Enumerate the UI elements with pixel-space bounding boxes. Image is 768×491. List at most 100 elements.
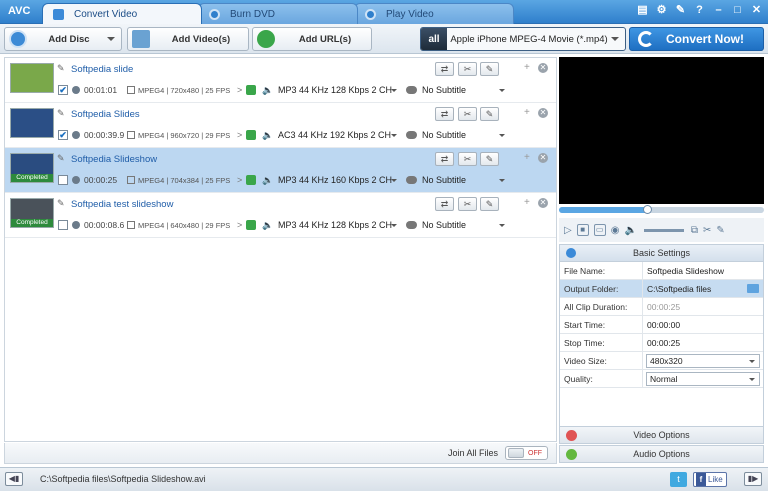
video-row[interactable]: Completed ✎ Softpedia Slideshow 00:00:25 MPE… [5, 148, 556, 193]
join-toggle[interactable]: OFF [505, 446, 548, 460]
effects-button[interactable]: ✎ [480, 107, 499, 121]
tools-icon[interactable]: ✎ [675, 4, 686, 17]
volume-icon[interactable]: 🔈 [624, 225, 636, 236]
output-profile-select[interactable]: all Apple iPhone MPEG-4 Movie (*.mp4) [420, 27, 626, 51]
effects-button[interactable]: ✎ [480, 62, 499, 76]
cut-icon[interactable]: ✂ [703, 225, 711, 236]
rename-icon[interactable]: ✎ [57, 154, 66, 163]
frame-icon[interactable]: ▭ [593, 224, 606, 236]
cut-button[interactable]: ✂ [458, 152, 477, 166]
setting-value[interactable]: Softpedia Slideshow [643, 262, 763, 279]
video-name[interactable]: Softpedia slide [71, 64, 133, 75]
chevron-right-icon[interactable]: > [237, 130, 242, 140]
volume-slider[interactable] [643, 228, 684, 232]
add-urls-button[interactable]: Add URL(s) [252, 27, 372, 51]
chevron-down-icon[interactable] [499, 224, 505, 227]
tab-burn-dvd[interactable]: Burn DVD [198, 3, 358, 24]
snapshot-icon[interactable]: ◉ [611, 225, 620, 236]
collapse-icon[interactable]: ◀▮ [5, 472, 23, 486]
setting-file-name[interactable]: File Name: Softpedia Slideshow [560, 262, 763, 280]
video-name[interactable]: Softpedia Slideshow [71, 154, 157, 165]
add-icon[interactable]: + [524, 197, 530, 208]
play-icon[interactable]: ▷ [564, 225, 572, 236]
setting-value[interactable]: C:\Softpedia files [643, 280, 763, 297]
video-checkbox[interactable] [58, 220, 68, 230]
minimize-icon[interactable]: – [713, 4, 724, 17]
facebook-like-button[interactable]: f Like [693, 472, 727, 487]
video-name[interactable]: Softpedia test slideshow [71, 199, 173, 210]
chevron-down-icon[interactable] [107, 37, 115, 41]
cut-button[interactable]: ✂ [458, 107, 477, 121]
remove-icon[interactable]: ✕ [538, 108, 548, 118]
tab-convert-video[interactable]: Convert Video [42, 3, 202, 24]
video-thumbnail[interactable] [10, 63, 54, 93]
add-icon[interactable]: + [524, 62, 530, 73]
screen-icon[interactable]: ⧉ [691, 225, 698, 236]
convert-now-button[interactable]: Convert Now! [629, 27, 764, 51]
cut-button[interactable]: ✂ [458, 197, 477, 211]
register-icon[interactable]: ▤ [637, 4, 648, 17]
chevron-right-icon[interactable]: > [237, 175, 242, 185]
rotate-button[interactable]: ⇄ [435, 107, 454, 121]
setting-output-folder[interactable]: Output Folder: C:\Softpedia files [560, 280, 763, 298]
audio-options-button[interactable]: Audio Options [559, 445, 764, 463]
rotate-button[interactable]: ⇄ [435, 62, 454, 76]
add-disc-button[interactable]: Add Disc [4, 27, 122, 51]
setting-start-time[interactable]: Start Time: 00:00:00 [560, 316, 763, 334]
chevron-down-icon[interactable] [391, 89, 397, 92]
seek-handle[interactable] [643, 205, 652, 214]
video-thumbnail[interactable]: Completed [10, 198, 54, 228]
chevron-right-icon[interactable]: > [237, 220, 242, 230]
chevron-right-icon[interactable]: > [237, 85, 242, 95]
video-row[interactable]: ✎ Softpedia Slides ✔ 00:00:39.9 MPEG4 | 960x… [5, 103, 556, 148]
remove-icon[interactable]: ✕ [538, 153, 548, 163]
rename-icon[interactable]: ✎ [57, 109, 66, 118]
cut-button[interactable]: ✂ [458, 62, 477, 76]
chevron-down-icon[interactable] [499, 179, 505, 182]
video-checkbox[interactable]: ✔ [58, 130, 68, 140]
subtitle-select[interactable]: No Subtitle [406, 175, 466, 185]
chevron-down-icon[interactable] [391, 134, 397, 137]
video-row[interactable]: ✎ Softpedia slide ✔ 00:01:01 MPEG4 | 720x480… [5, 58, 556, 103]
subtitle-select[interactable]: No Subtitle [406, 220, 466, 230]
audio-track[interactable]: MP3 44 KHz 128 Kbps 2 CH [278, 85, 392, 95]
effects-icon[interactable]: ✎ [716, 225, 724, 236]
rename-icon[interactable]: ✎ [57, 199, 66, 208]
add-icon[interactable]: + [524, 107, 530, 118]
chevron-down-icon[interactable] [391, 179, 397, 182]
audio-track[interactable]: MP3 44 KHz 160 Kbps 2 CH [278, 175, 392, 185]
maximize-icon[interactable]: □ [732, 4, 743, 17]
video-checkbox[interactable]: ✔ [58, 85, 68, 95]
quality-select[interactable]: Normal [646, 372, 760, 386]
gear-icon[interactable]: ⚙ [656, 4, 667, 17]
chevron-down-icon[interactable] [391, 224, 397, 227]
effects-button[interactable]: ✎ [480, 152, 499, 166]
remove-icon[interactable]: ✕ [538, 198, 548, 208]
subtitle-select[interactable]: No Subtitle [406, 85, 466, 95]
remove-icon[interactable]: ✕ [538, 63, 548, 73]
add-icon[interactable]: + [524, 152, 530, 163]
folder-icon[interactable] [747, 284, 759, 293]
video-thumbnail[interactable] [10, 108, 54, 138]
setting-quality[interactable]: Quality: Normal [560, 370, 763, 388]
effects-button[interactable]: ✎ [480, 197, 499, 211]
add-videos-button[interactable]: Add Video(s) [127, 27, 249, 51]
video-options-button[interactable]: Video Options [559, 426, 764, 444]
rotate-button[interactable]: ⇄ [435, 152, 454, 166]
help-icon[interactable]: ? [694, 4, 705, 17]
setting-value[interactable]: 00:00:25 [643, 334, 763, 351]
video-size-select[interactable]: 480x320 [646, 354, 760, 368]
audio-track[interactable]: AC3 44 KHz 192 Kbps 2 CH [278, 130, 391, 140]
close-icon[interactable]: ✕ [751, 4, 762, 17]
video-name[interactable]: Softpedia Slides [71, 109, 140, 120]
chevron-down-icon[interactable] [499, 89, 505, 92]
setting-value[interactable]: 00:00:00 [643, 316, 763, 333]
audio-track[interactable]: MP3 44 KHz 128 Kbps 2 CH [278, 220, 392, 230]
tab-play-video[interactable]: Play Video [354, 3, 514, 24]
video-preview[interactable] [559, 57, 764, 204]
video-row[interactable]: Completed ✎ Softpedia test slideshow 00:00:… [5, 193, 556, 238]
video-checkbox[interactable] [58, 175, 68, 185]
rename-icon[interactable]: ✎ [57, 64, 66, 73]
seek-bar[interactable] [559, 205, 764, 214]
basic-settings-header[interactable]: Basic Settings [560, 245, 763, 262]
